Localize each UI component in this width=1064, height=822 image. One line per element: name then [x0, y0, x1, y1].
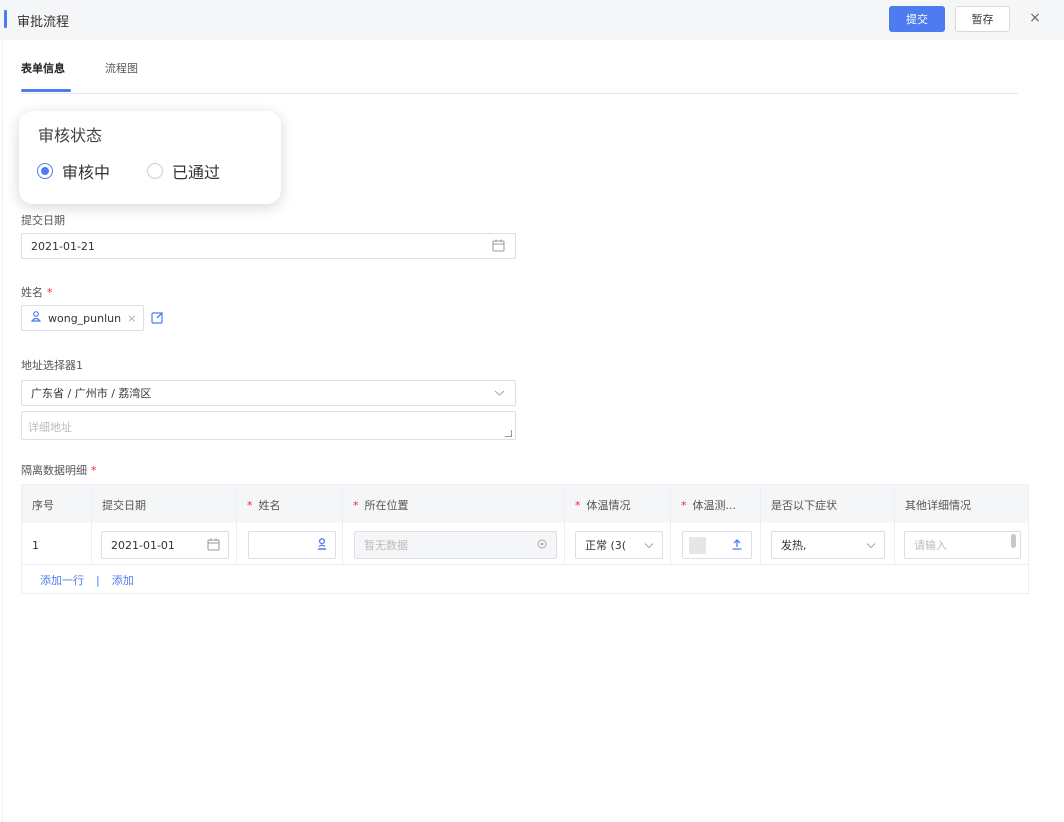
- chevron-down-icon: [644, 543, 654, 549]
- chevron-down-icon: [494, 390, 505, 396]
- detail-table-label: 隔离数据明细 *: [21, 462, 97, 478]
- name-label-text: 姓名: [21, 286, 43, 299]
- column-divider: [894, 485, 895, 565]
- radio-checked-icon: [37, 163, 53, 179]
- resize-handle-icon[interactable]: [505, 430, 512, 437]
- name-label: 姓名 *: [21, 284, 53, 300]
- row-index: 1: [32, 539, 39, 552]
- upload-icon[interactable]: [731, 538, 743, 550]
- user-icon: [30, 311, 42, 325]
- column-header-symptoms: 是否以下症状: [771, 499, 837, 512]
- row-temp-select[interactable]: 正常 (3(: [575, 531, 663, 559]
- add-row-link[interactable]: 添加一行: [40, 574, 84, 587]
- tab-flowchart[interactable]: 流程图: [105, 60, 138, 76]
- row-temp-photo-upload[interactable]: [682, 531, 752, 559]
- address-value: 广东省 / 广州市 / 荔湾区: [31, 387, 152, 400]
- radio-unchecked-icon: [147, 163, 163, 179]
- column-divider: [760, 485, 761, 565]
- column-header-name: * 姓名: [247, 499, 281, 512]
- submit-button[interactable]: 提交: [889, 6, 945, 32]
- page-title: 审批流程: [17, 15, 70, 30]
- detail-address-textarea[interactable]: 详细地址: [21, 411, 516, 440]
- edit-icon[interactable]: [151, 311, 164, 324]
- status-radio-label: 已通过: [172, 163, 221, 182]
- address-label: 地址选择器1: [21, 359, 83, 372]
- required-mark: *: [47, 286, 53, 299]
- user-tag: wong_punlun ×: [21, 305, 144, 331]
- scrollbar-thumb[interactable]: [1011, 534, 1016, 548]
- column-divider: [91, 485, 92, 565]
- left-divider: [2, 40, 3, 822]
- row-temp-value: 正常 (3(: [585, 539, 627, 552]
- column-header-temp-photo: * 体温测...: [681, 499, 736, 512]
- row-location-input[interactable]: 暂无数据: [354, 531, 557, 559]
- title-bar: 审批流程 提交 暂存 ×: [0, 0, 1064, 40]
- column-divider: [670, 485, 671, 565]
- column-header-temp-status: * 体温情况: [575, 499, 631, 512]
- close-icon[interactable]: ×: [1026, 9, 1044, 27]
- detail-address-placeholder: 详细地址: [28, 421, 72, 434]
- add-link[interactable]: 添加: [112, 574, 134, 587]
- status-popup-title: 审核状态: [38, 126, 103, 145]
- detail-table-label-text: 隔离数据明细: [21, 464, 87, 477]
- row-name-picker[interactable]: [248, 531, 336, 559]
- row-other-placeholder: 请输入: [914, 539, 947, 552]
- remove-user-icon[interactable]: ×: [127, 312, 136, 325]
- tab-bar: 表单信息 流程图: [21, 52, 1018, 94]
- user-icon: [318, 538, 326, 550]
- table-footer-actions: 添加一行 | 添加: [40, 572, 134, 588]
- calendar-icon: [492, 239, 505, 252]
- table-header: 序号 提交日期 * 姓名 * 所在位置 * 体温情况 * 体温测... 是否以下症状 其…: [22, 485, 1028, 523]
- calendar-icon: [207, 538, 220, 551]
- row-date-input[interactable]: 2021-01-01: [101, 531, 229, 559]
- column-header-date: 提交日期: [102, 499, 146, 512]
- title-accent-bar: [4, 10, 7, 28]
- required-mark: *: [91, 464, 97, 477]
- column-divider: [236, 485, 237, 565]
- column-divider: [342, 485, 343, 565]
- row-date-value: 2021-01-01: [111, 538, 175, 552]
- column-header-other: 其他详细情况: [905, 499, 971, 512]
- user-tag-name: wong_punlun: [48, 311, 122, 325]
- row-symptoms-select[interactable]: 发热,: [771, 531, 885, 559]
- link-separator: |: [96, 574, 100, 587]
- column-header-index: 序号: [32, 499, 54, 512]
- status-radio-approved[interactable]: 已通过: [147, 159, 220, 183]
- submit-date-label: 提交日期: [21, 214, 65, 227]
- column-header-location: * 所在位置: [353, 499, 409, 512]
- status-radio-reviewing[interactable]: 审核中: [37, 159, 110, 183]
- tab-form-info[interactable]: 表单信息: [21, 60, 65, 76]
- status-popup: 审核状态 审核中 已通过: [19, 111, 281, 204]
- submit-date-input[interactable]: 2021-01-21: [21, 233, 516, 259]
- location-target-icon[interactable]: [536, 538, 548, 550]
- chevron-down-icon: [866, 543, 876, 549]
- active-tab-indicator: [21, 89, 71, 92]
- status-radio-label: 审核中: [62, 163, 111, 182]
- row-other-textarea[interactable]: 请输入: [904, 531, 1021, 559]
- address-select[interactable]: 广东省 / 广州市 / 荔湾区: [21, 380, 516, 406]
- row-location-placeholder: 暂无数据: [364, 539, 408, 552]
- photo-thumbnail: [689, 537, 706, 554]
- save-draft-button[interactable]: 暂存: [955, 6, 1010, 32]
- column-divider: [564, 485, 565, 565]
- submit-date-value: 2021-01-21: [31, 239, 95, 253]
- row-divider: [22, 564, 1028, 565]
- detail-table: 序号 提交日期 * 姓名 * 所在位置 * 体温情况 * 体温测... 是否以下症状 其…: [21, 484, 1029, 594]
- row-symptoms-value: 发热,: [781, 539, 807, 552]
